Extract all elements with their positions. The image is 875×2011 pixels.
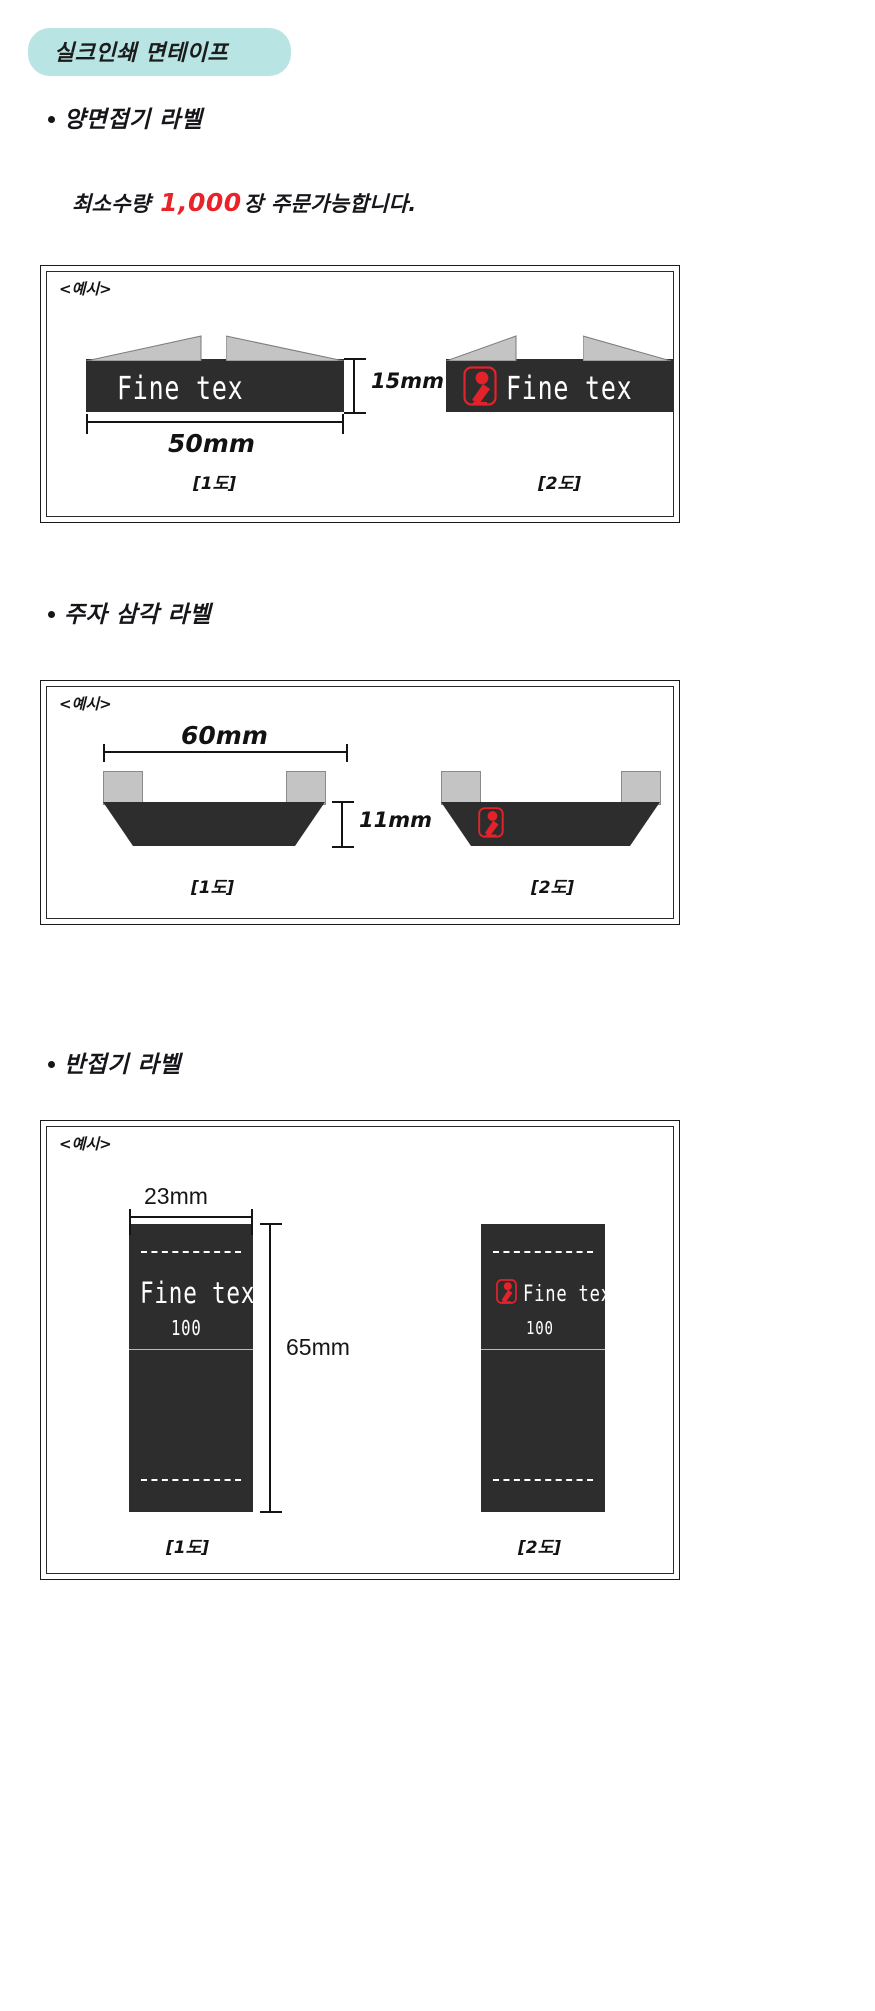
example-box-double-fold: <예시> Fine tex 15mm 50mm [1도] Fine tex [2… [40, 265, 680, 523]
variant-caption-1do-sec2: [1도] [191, 878, 235, 898]
example-caption-1: <예시> [59, 280, 112, 298]
dimension-tick-left-3 [129, 1209, 131, 1235]
quantity-value: 1,000 [160, 188, 242, 217]
variant-caption-2do-sec1: [2도] [538, 474, 582, 494]
stitch-line-bottom-1do [141, 1479, 241, 1481]
example-box-half-fold: <예시> 23mm Fine tex 100 65mm [1도] Fine te… [40, 1120, 680, 1580]
fold-flap-right-icon-2 [583, 335, 672, 361]
tape-brand-text-2do: Fine tex [506, 369, 633, 407]
section-heading-label-3: 반접기 라벨 [64, 1052, 181, 1078]
fold-center-line-2do [481, 1349, 605, 1350]
trapezoid-body-1do [103, 802, 325, 846]
trapezoid-body-2do [441, 802, 660, 846]
stitch-line-top-1do [141, 1251, 241, 1253]
bullet-icon-2 [48, 610, 55, 618]
dimension-line-height-3 [269, 1224, 271, 1512]
dimension-tick-right-1 [342, 414, 344, 434]
section-heading-label: 양면접기 라벨 [64, 107, 203, 133]
dimension-line-width-3 [129, 1216, 253, 1218]
dimension-tick-right-2 [346, 744, 348, 762]
dimension-line-height-2 [341, 802, 343, 848]
dimension-tick-bottom-3 [260, 1511, 282, 1513]
dimension-tick-bottom-2 [332, 846, 354, 848]
section-heading-half-fold: 반접기 라벨 [48, 1045, 181, 1079]
minimum-quantity-line: 최소수량 1,000장 주문가능합니다. [72, 188, 417, 218]
page-title: 실크인쇄 면테이프 [54, 41, 229, 66]
variant-caption-2do-sec3: [2도] [518, 1538, 562, 1558]
quantity-prefix: 최소수량 [72, 192, 151, 216]
tall-label-brand-1do: Fine tex [140, 1276, 256, 1310]
dimension-height-2: 11mm [359, 808, 432, 832]
bullet-icon-3 [48, 1060, 55, 1068]
tab-left-1do [103, 771, 143, 805]
tape-brand-text-1do: Fine tex [117, 369, 244, 407]
dimension-tick-top-1 [344, 358, 366, 360]
stitch-line-top-2do [493, 1251, 593, 1253]
red-figure-logo-icon [463, 366, 497, 406]
fold-flap-right-icon [226, 335, 345, 361]
tall-label-2do [481, 1224, 605, 1512]
tab-left-2do [441, 771, 481, 805]
dimension-tick-left-1 [86, 414, 88, 434]
section-heading-injection-triangle: 주자 삼각 라벨 [48, 595, 211, 629]
tab-right-2do [621, 771, 661, 805]
dimension-tick-top-2 [332, 801, 354, 803]
stitch-line-bottom-2do [493, 1479, 593, 1481]
red-figure-logo-icon-sec3 [496, 1279, 517, 1304]
fold-center-line-1do [129, 1349, 253, 1350]
example-caption-2: <예시> [59, 695, 112, 713]
quantity-suffix: 장 주문가능합니다. [243, 192, 417, 216]
variant-caption-1do-sec3: [1도] [166, 1538, 210, 1558]
variant-caption-1do-sec1: [1도] [193, 474, 237, 494]
banner-pill: 실크인쇄 면테이프 [28, 28, 291, 76]
dimension-height-1: 15mm [371, 369, 444, 393]
tall-label-1do [129, 1224, 253, 1512]
dimension-line-height-1 [353, 359, 355, 413]
red-figure-logo-icon-sec2 [478, 807, 504, 838]
tall-label-brand-2do: Fine tex [523, 1282, 612, 1307]
dimension-line-width-2 [103, 751, 348, 753]
dimension-width-3: 23mm [144, 1183, 208, 1209]
tab-right-1do [286, 771, 326, 805]
dimension-height-3: 65mm [286, 1334, 350, 1360]
dimension-tick-bottom-1 [344, 412, 366, 414]
bullet-icon [48, 115, 55, 123]
dimension-tick-top-3 [260, 1223, 282, 1225]
tall-label-sub-1do: 100 [171, 1316, 202, 1340]
dimension-width-2: 60mm [181, 721, 268, 750]
dimension-tick-right-3 [251, 1209, 253, 1235]
dimension-width-1: 50mm [168, 429, 255, 458]
section-heading-double-fold: 양면접기 라벨 [48, 100, 202, 134]
dimension-line-width-1 [86, 421, 344, 423]
variant-caption-2do-sec2: [2도] [531, 878, 575, 898]
example-box-injection-triangle: <예시> 60mm Fine tex 11mm [1도] Fine tex [2… [40, 680, 680, 925]
example-caption-3: <예시> [59, 1135, 112, 1153]
section-heading-label-2: 주자 삼각 라벨 [64, 602, 211, 628]
fold-flap-left-icon-2 [446, 335, 517, 361]
dimension-tick-left-2 [103, 744, 105, 762]
page-header-banner: 실크인쇄 면테이프 [28, 28, 291, 76]
tall-label-sub-2do: 100 [526, 1318, 554, 1339]
